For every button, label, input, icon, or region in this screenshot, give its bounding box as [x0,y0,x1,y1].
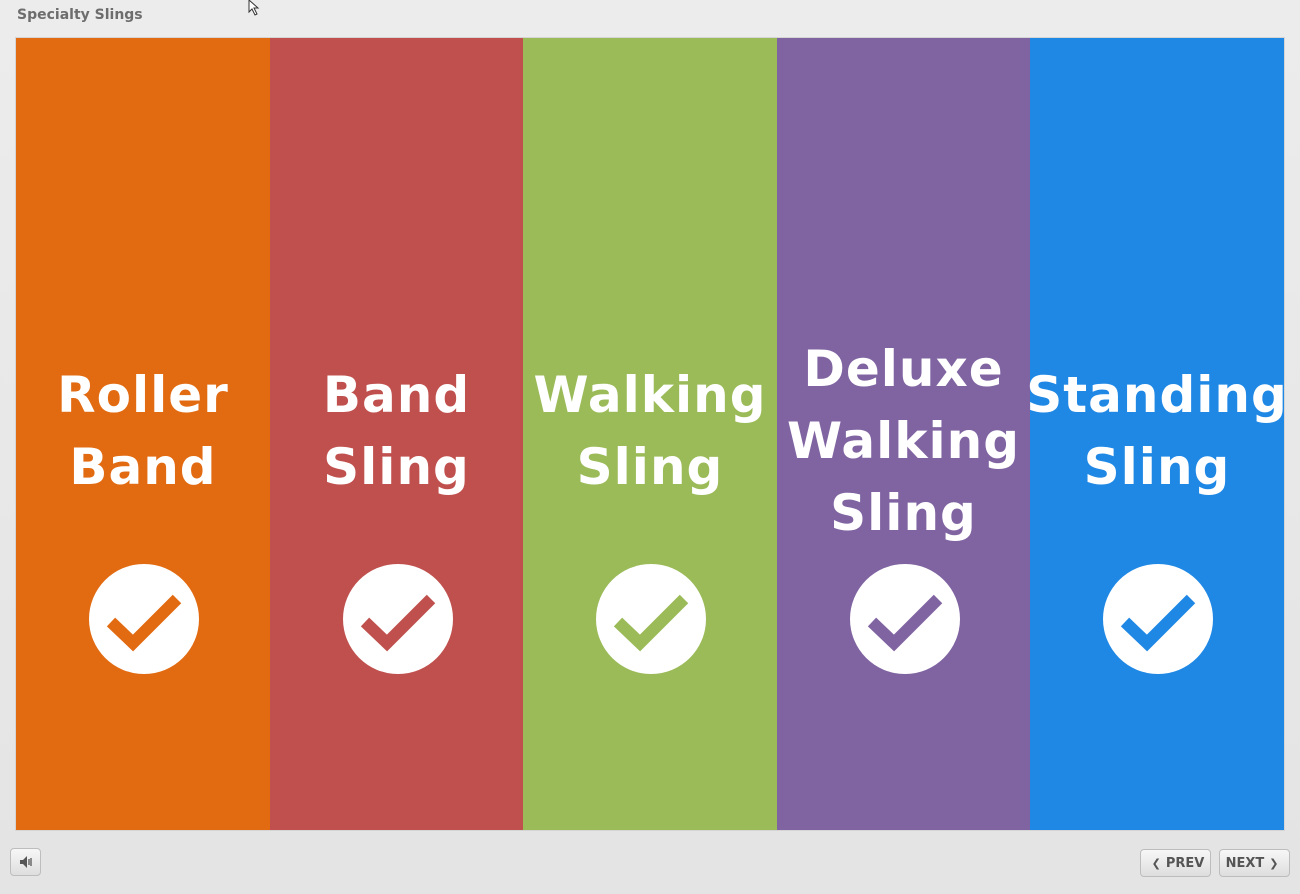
panel-label: Standing Sling [1026,366,1288,496]
check-circle-icon [342,564,453,674]
slide-canvas: Roller Band Band Sling Walking Sling Del… [16,38,1288,830]
check-circle-icon [849,564,960,674]
panel-walking-sling[interactable]: Walking Sling [523,38,777,830]
mouse-cursor-icon [248,0,260,16]
speaker-icon [19,856,32,868]
slide-title: Specialty Slings [17,7,143,23]
panel-deluxe-walking-sling[interactable]: Deluxe Walking Sling [777,38,1030,830]
prev-label: PREV [1165,855,1205,871]
player-window: Specialty Slings Roller Band Band Sling … [0,0,1300,894]
next-button[interactable]: NEXT ❯ [1219,849,1290,877]
panel-label: Band Sling [322,366,471,496]
audio-button[interactable] [10,848,41,876]
chevron-right-icon: ❯ [1269,856,1279,870]
player-footer: ❮ PREV NEXT ❯ [0,838,1300,894]
panel-label: Roller Band [57,366,229,496]
check-circle-icon [89,564,199,674]
panel-band-sling[interactable]: Band Sling [270,38,523,830]
panel-standing-sling[interactable]: Standing Sling [1026,38,1288,830]
panel-label: Walking Sling [533,366,767,496]
check-circle-icon [596,564,706,674]
check-circle-icon [1103,564,1213,674]
chevron-left-icon: ❮ [1151,856,1161,870]
panel-roller-band[interactable]: Roller Band [16,38,270,830]
prev-button[interactable]: ❮ PREV [1140,849,1211,877]
next-label: NEXT [1225,855,1265,871]
panel-label: Deluxe Walking Sling [786,340,1021,542]
